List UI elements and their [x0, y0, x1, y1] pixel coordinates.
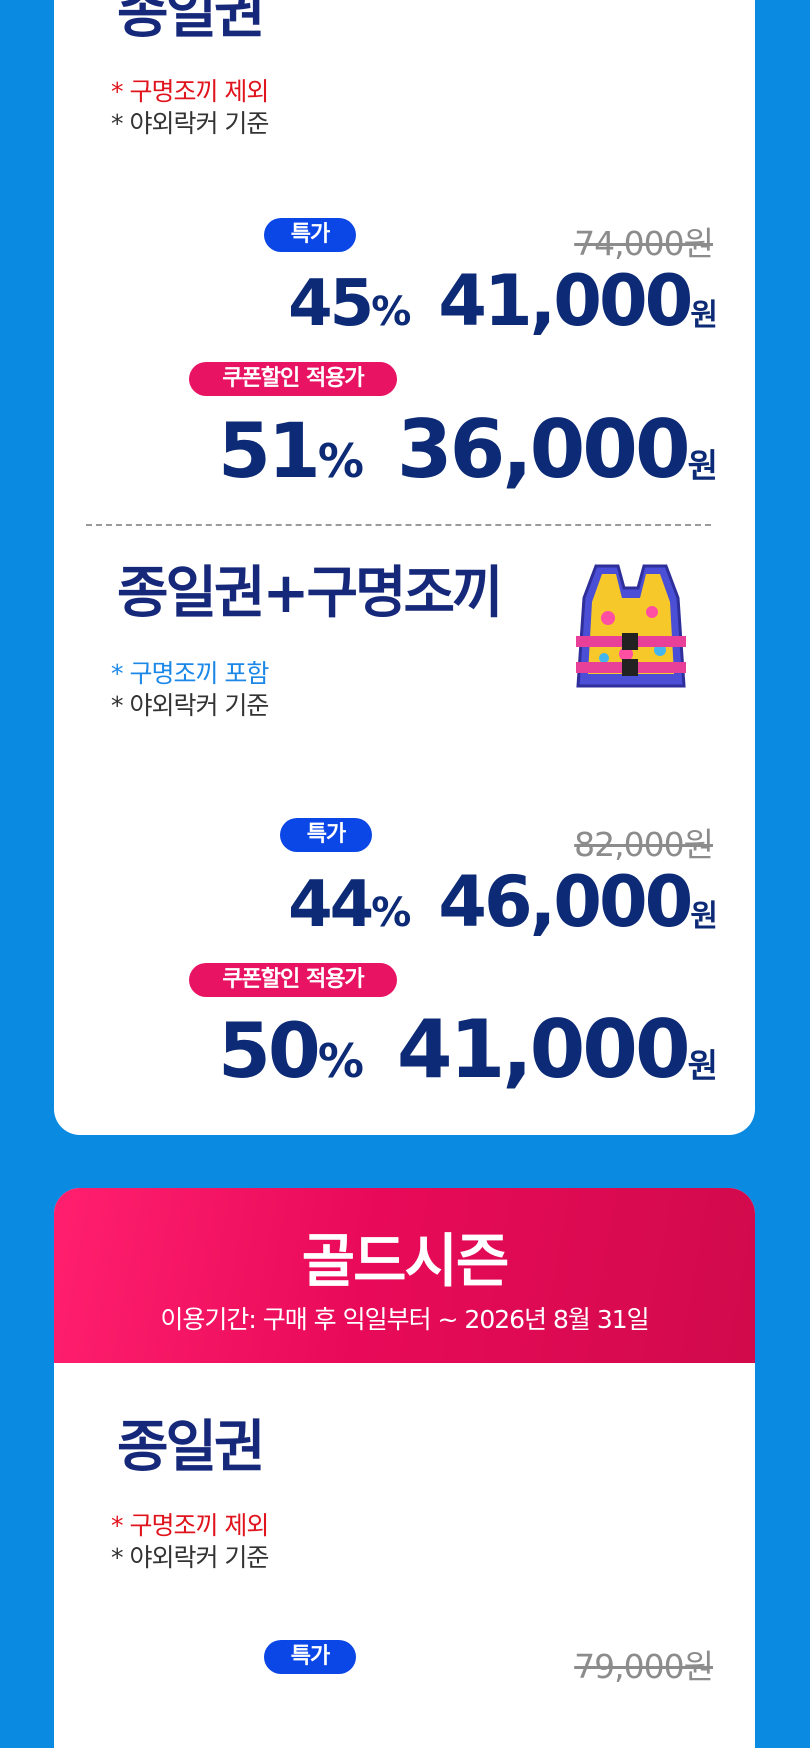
coupon-price-row: 51% 36,000원 — [218, 410, 718, 490]
discount-percent: 44 — [288, 868, 374, 942]
percent-unit: % — [317, 1034, 364, 1088]
coupon-discount-percent: 50 — [218, 1006, 321, 1095]
coupon-price: 36,000 — [396, 403, 691, 496]
price-card-1: 종일권 * 구명조끼 제외 * 야외락커 기준 특가 74,000원 45% 41… — [54, 0, 755, 1135]
season-title: 골드시즌 — [301, 1227, 509, 1295]
gold-season-header: 골드시즌 이용기간: 구매 후 익일부터 ~ 2026년 8월 31일 — [54, 1188, 755, 1363]
percent-unit: % — [317, 434, 364, 488]
life-vest-icon — [576, 564, 686, 688]
product-title: 종일권+구명조끼 — [117, 561, 504, 626]
sale-price: 46,000 — [438, 861, 693, 943]
original-price: 79,000원 — [574, 1647, 714, 1686]
original-price: 82,000원 — [574, 825, 714, 864]
coupon-price: 41,000 — [396, 1003, 691, 1096]
product-title: 종일권 — [117, 0, 266, 46]
price-card-gold-season: 골드시즌 이용기간: 구매 후 익일부터 ~ 2026년 8월 31일 종일권 … — [54, 1188, 755, 1748]
special-price-row: 44% 46,000원 — [288, 867, 718, 937]
original-price: 74,000원 — [574, 224, 714, 263]
currency-unit: 원 — [687, 1046, 718, 1085]
season-period: 이용기간: 구매 후 익일부터 ~ 2026년 8월 31일 — [160, 1305, 649, 1334]
currency-unit: 원 — [687, 446, 718, 485]
discount-percent: 45 — [288, 267, 374, 341]
note-locker: * 야외락커 기준 — [111, 109, 269, 138]
sale-price: 41,000 — [438, 260, 693, 342]
currency-unit: 원 — [690, 298, 718, 333]
special-badge: 특가 — [264, 218, 356, 252]
coupon-price-row: 50% 41,000원 — [218, 1010, 718, 1090]
special-badge: 특가 — [264, 1640, 356, 1674]
special-price-row: 45% 41,000원 — [288, 266, 718, 336]
product-title: 종일권 — [117, 1415, 266, 1480]
percent-unit: % — [371, 289, 411, 335]
special-badge: 특가 — [280, 818, 372, 852]
note-locker: * 야외락커 기준 — [111, 1543, 269, 1572]
note-lifejacket: * 구명조끼 제외 — [111, 1511, 269, 1540]
currency-unit: 원 — [690, 899, 718, 934]
note-lifejacket: * 구명조끼 제외 — [111, 77, 269, 106]
dashed-divider — [86, 524, 711, 526]
note-lifejacket: * 구명조끼 포함 — [111, 659, 269, 688]
note-locker: * 야외락커 기준 — [111, 691, 269, 720]
coupon-discount-percent: 51 — [218, 406, 321, 495]
percent-unit: % — [371, 890, 411, 936]
coupon-badge: 쿠폰할인 적용가 — [189, 362, 397, 396]
coupon-badge: 쿠폰할인 적용가 — [189, 963, 397, 997]
